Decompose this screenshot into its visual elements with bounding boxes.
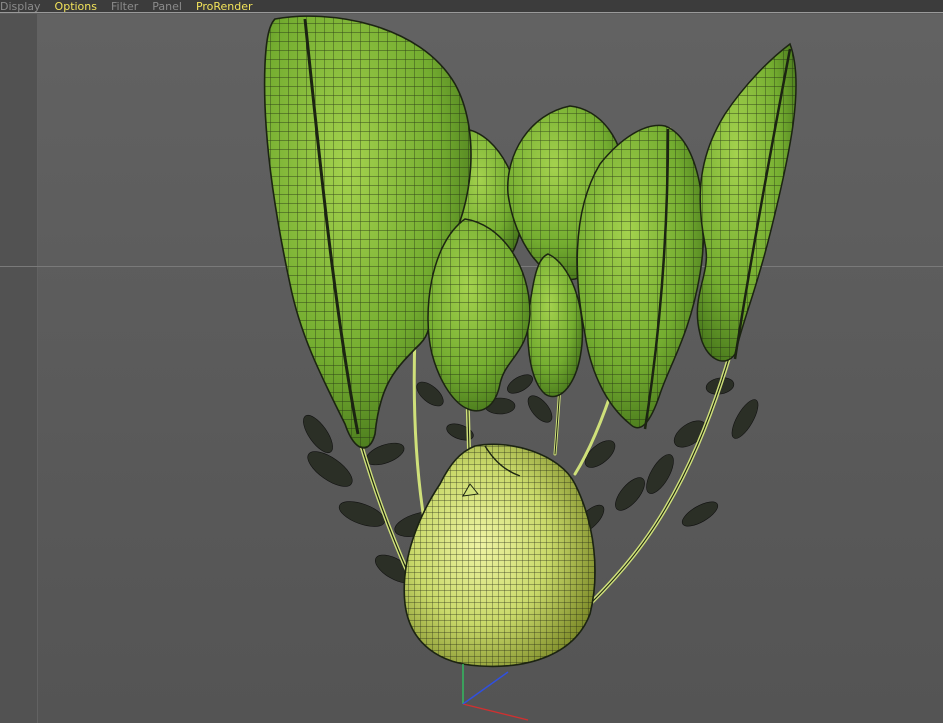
leaf-large-left xyxy=(263,15,472,449)
viewport-window: Display Options Filter Panel ProRender xyxy=(0,0,943,723)
menu-display[interactable]: Display xyxy=(0,0,48,13)
menu-prorender[interactable]: ProRender xyxy=(189,0,260,13)
leaf-right xyxy=(696,42,797,362)
menu-filter[interactable]: Filter xyxy=(104,0,145,13)
axis-gizmo xyxy=(462,664,529,721)
menu-options[interactable]: Options xyxy=(48,0,104,13)
kohlrabi-model[interactable] xyxy=(0,14,943,723)
viewport-menubar: Display Options Filter Panel ProRender xyxy=(0,0,943,13)
leaf-center-right xyxy=(576,124,705,430)
menu-panel[interactable]: Panel xyxy=(145,0,189,13)
kohlrabi-bulb xyxy=(403,443,596,668)
3d-viewport[interactable] xyxy=(0,14,943,723)
